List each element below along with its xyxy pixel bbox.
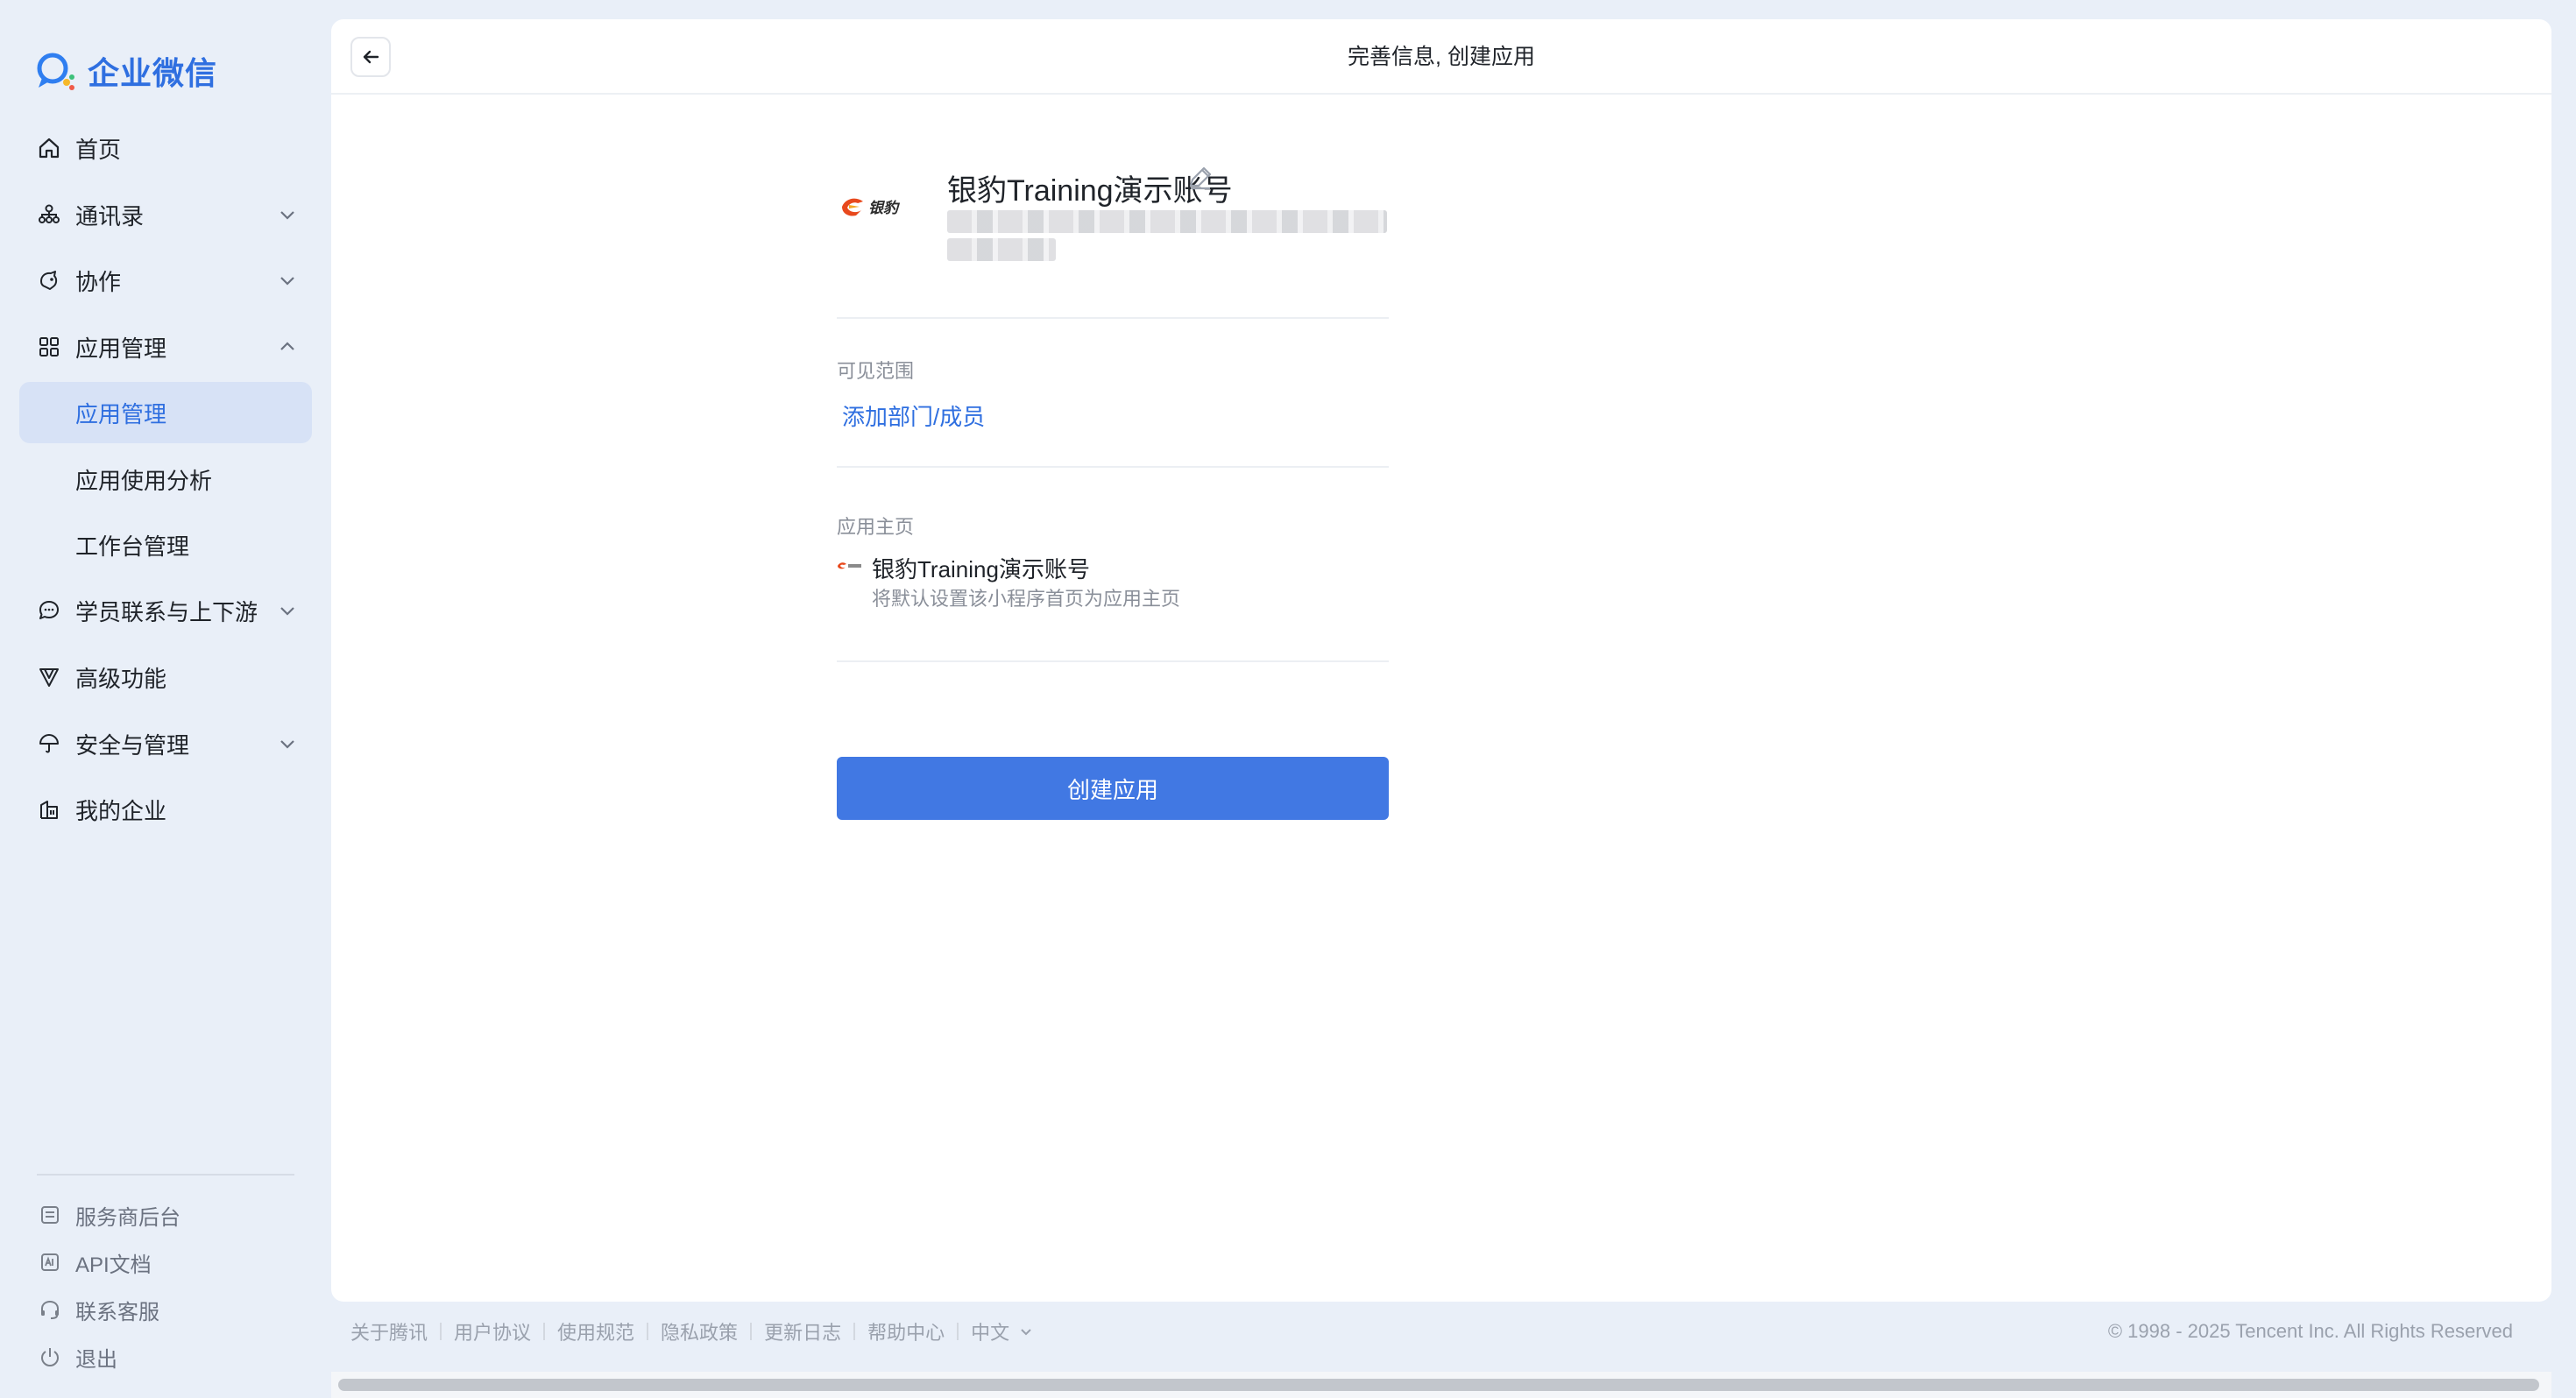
sidebar-divider [37,1174,294,1176]
blurred-description [947,210,1387,233]
copyright: © 1998 - 2025 Tencent Inc. All Rights Re… [2107,1320,2513,1342]
chat-bubble-icon [37,598,61,623]
scrollbar-thumb[interactable] [338,1379,2539,1391]
sidebar-footer-label: 退出 [75,1347,117,1372]
create-app-button[interactable]: 创建应用 [837,757,1389,820]
apps-grid-icon [37,335,61,359]
homepage-app-logo [838,562,861,569]
sidebar-subitem-workbench-management[interactable]: 工作台管理 [19,514,312,575]
service-icon [41,1206,59,1224]
sidebar-item-contacts[interactable]: 通讯录 [19,184,312,245]
footer-link-changelog[interactable]: 更新日志 [764,1317,841,1345]
sidebar-footer-logout[interactable]: 退出 [39,1339,117,1374]
sidebar-footer-label: API文档 [75,1253,152,1277]
headset-icon [41,1300,59,1319]
footer-separator [440,1323,442,1340]
blurred-description [947,238,1056,261]
sidebar-footer-label: 联系客服 [75,1300,159,1324]
footer-separator [750,1323,753,1340]
sidebar-item-collaboration[interactable]: 协作 [19,250,312,311]
sidebar-item-my-enterprise[interactable]: 我的企业 [19,779,312,840]
sidebar-item-label: 安全与管理 [75,731,190,759]
app-header: 银豹 银豹Training演示账号 [837,105,1389,319]
chevron-down-icon [280,607,294,616]
visibility-section: 可见范围 添加部门/成员 [837,319,1389,468]
homepage-label: 应用主页 [837,516,915,538]
sidebar: 企业微信 首页 通讯录 协作 应用管理 应用管理 应用使用分析 工作台管理 学员… [0,0,329,1398]
homepage-section: 应用主页 银豹Training演示账号 将默认设置该小程序首页为应用主页 [837,468,1389,662]
brand-name: 企业微信 [88,55,218,91]
sidebar-item-app-management[interactable]: 应用管理 [19,316,312,378]
sidebar-item-label: 工作台管理 [75,533,190,560]
sidebar-item-label: 学员联系与上下游 [75,598,258,625]
collaboration-icon [37,268,61,293]
homepage-app-name: 银豹Training演示账号 [872,556,1090,582]
chevron-down-icon [280,211,294,220]
footer-link-about[interactable]: 关于腾讯 [350,1317,428,1345]
app-logo-text: 银豹 [868,200,901,217]
vip-icon [37,665,61,689]
visibility-label: 可见范围 [837,360,915,382]
chevron-down-icon [280,740,294,749]
sidebar-item-label: 首页 [75,136,122,163]
footer-links: 关于腾讯 用户协议 使用规范 隐私政策 更新日志 帮助中心 中文 [350,1316,1034,1347]
sidebar-item-student-contacts[interactable]: 学员联系与上下游 [19,580,312,641]
sidebar-item-label: 协作 [75,268,122,295]
sidebar-item-label: 应用管理 [75,400,167,427]
sidebar-footer-api-doc[interactable]: API文档 [39,1245,152,1280]
footer-separator [957,1323,959,1340]
footer-link-usage-rules[interactable]: 使用规范 [557,1317,634,1345]
arrow-left-icon [363,50,379,64]
sidebar-item-home[interactable]: 首页 [19,117,312,179]
sidebar-item-label: 高级功能 [75,665,167,692]
footer-link-user-agreement[interactable]: 用户协议 [454,1317,531,1345]
org-chart-icon [37,202,61,227]
sidebar-subitem-app-management[interactable]: 应用管理 [19,382,312,443]
add-department-member-link[interactable]: 添加部门/成员 [842,399,985,432]
sidebar-footer-label: 服务商后台 [75,1205,180,1230]
sidebar-footer-service-provider[interactable]: 服务商后台 [39,1197,180,1232]
sidebar-item-label: 应用管理 [75,335,167,362]
page-title: 完善信息, 创建应用 [1348,45,1535,69]
horizontal-scrollbar[interactable] [331,1372,2551,1398]
app-logo: 银豹 [842,198,901,217]
sidebar-item-advanced-features[interactable]: 高级功能 [19,646,312,708]
chevron-down-icon [1021,1329,1031,1336]
sidebar-item-label: 通讯录 [75,202,145,229]
footer-link-help-center[interactable]: 帮助中心 [867,1317,945,1345]
language-selector[interactable]: 中文 [971,1317,1034,1345]
power-icon [40,1348,60,1367]
api-doc-icon [41,1253,59,1271]
footer-separator [853,1323,856,1340]
home-icon [37,136,61,160]
back-button[interactable] [350,37,391,77]
sidebar-item-security-management[interactable]: 安全与管理 [19,713,312,774]
sidebar-subitem-app-usage-analysis[interactable]: 应用使用分析 [19,448,312,510]
page-header: 完善信息, 创建应用 [331,19,2551,95]
sidebar-item-label: 我的企业 [75,797,167,824]
chevron-down-icon [280,277,294,286]
create-app-form: 银豹 银豹Training演示账号 可见范围 添加部门/成员 应用主页 银豹Tr… [837,105,1389,662]
footer-separator [647,1323,649,1340]
wecom-logo-icon [37,53,74,90]
footer-link-privacy[interactable]: 隐私政策 [661,1317,738,1345]
sidebar-footer-customer-service[interactable]: 联系客服 [39,1292,159,1327]
footer-separator [543,1323,546,1340]
brand-logo[interactable]: 企业微信 [33,49,217,93]
building-icon [37,797,61,822]
sidebar-item-label: 应用使用分析 [75,467,213,494]
edit-icon[interactable] [1185,163,1215,193]
umbrella-icon [37,731,61,756]
homepage-description: 将默认设置该小程序首页为应用主页 [872,588,1181,610]
language-label: 中文 [971,1322,1010,1344]
main-panel: 完善信息, 创建应用 [331,19,2551,1302]
chevron-up-icon [280,342,294,350]
